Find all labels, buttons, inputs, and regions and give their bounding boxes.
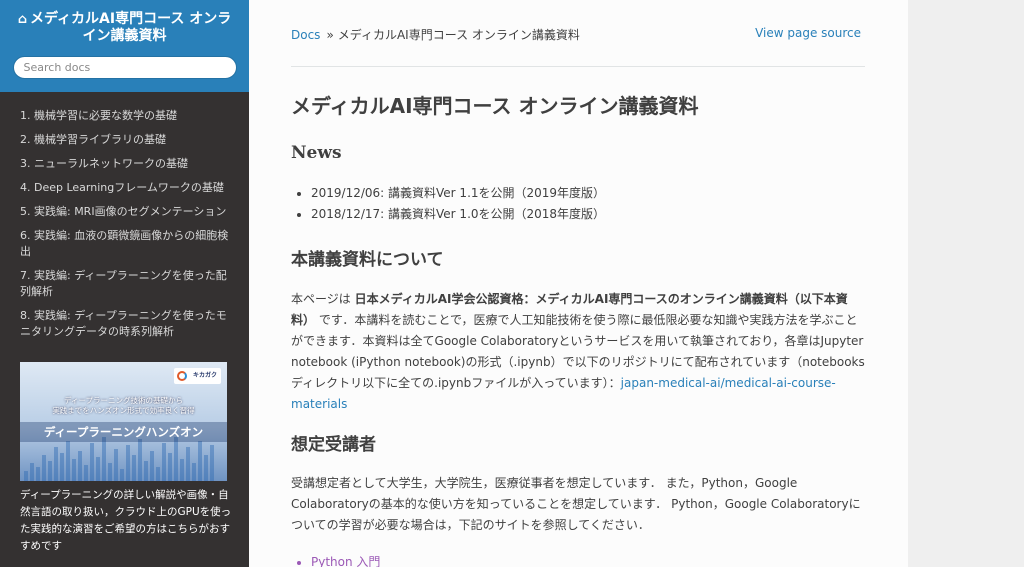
right-gutter	[908, 0, 1024, 567]
sidebar-item-math[interactable]: 1. 機械学習に必要な数学の基礎	[0, 104, 249, 128]
python-intro-link[interactable]: Python 入門	[311, 555, 380, 567]
breadcrumb: Docs » メディカルAI専門コース オンライン講義資料 View page so…	[291, 26, 861, 44]
banner-main-title: ディープラーニングハンズオン	[20, 422, 227, 442]
banner-subtitle: ディープラーニング技術の基礎から 実践までをハンズオン形式で効率良く習得	[52, 396, 195, 415]
news-item: 2018/12/17: 講義資料Ver 1.0を公開（2018年度版）	[311, 204, 605, 225]
list-item: Python 入門	[311, 552, 380, 567]
sidebar-item-mri-segmentation[interactable]: 5. 実践編: MRI画像のセグメンテーション	[0, 200, 249, 224]
about-heading: 本講義資料について	[291, 250, 444, 270]
sidebar-item-sequence-analysis[interactable]: 7. 実践編: ディープラーニングを使った配列解析	[0, 264, 249, 304]
kikagaku-logo: キカガク	[174, 368, 221, 384]
site-title-link[interactable]: ⌂ メディカルAI専門コース オンライン講義資料	[0, 11, 249, 44]
sidebar-nav: 1. 機械学習に必要な数学の基礎 2. 機械学習ライブラリの基礎 3. ニューラ…	[0, 92, 249, 344]
audience-heading: 想定受講者	[291, 435, 376, 455]
news-item: 2019/12/06: 講義資料Ver 1.1を公開（2019年度版）	[311, 183, 605, 204]
sidebar-header: ⌂ メディカルAI専門コース オンライン講義資料	[0, 0, 249, 92]
logo-icon	[177, 371, 187, 381]
home-icon: ⌂	[17, 12, 28, 27]
page-title: メディカルAI専門コース オンライン講義資料	[291, 94, 699, 118]
audience-paragraph: 受講想定者として大学生，大学院生，医療従事者を想定しています． また，Pytho…	[291, 476, 861, 532]
reference-links-list: Python 入門	[311, 552, 380, 567]
header-divider	[291, 66, 865, 67]
news-heading: News	[291, 143, 342, 163]
breadcrumb-docs-link[interactable]: Docs	[291, 28, 320, 42]
news-list: 2019/12/06: 講義資料Ver 1.1を公開（2019年度版） 2018…	[311, 183, 605, 225]
main-content: Docs» メディカルAI専門コース オンライン講義資料 View page so…	[249, 0, 908, 567]
site-title: メディカルAI専門コース オンライン講義資料	[30, 11, 232, 44]
about-paragraph: 本ページは 日本メディカルAI学会公認資格：メディカルAI専門コースのオンライン…	[291, 292, 865, 411]
sidebar-item-dl-frameworks[interactable]: 4. Deep Learningフレームワークの基礎	[0, 176, 249, 200]
sidebar-item-neural-networks[interactable]: 3. ニューラルネットワークの基礎	[0, 152, 249, 176]
ad-banner[interactable]: キカガク ディープラーニング技術の基礎から 実践までをハンズオン形式で効率良く習…	[20, 362, 227, 481]
sidebar-item-ml-libraries[interactable]: 2. 機械学習ライブラリの基礎	[0, 128, 249, 152]
sidebar-item-cell-detection[interactable]: 6. 実践編: 血液の顕微鏡画像からの細胞検出	[0, 224, 249, 264]
breadcrumb-current: メディカルAI専門コース オンライン講義資料	[337, 28, 580, 42]
breadcrumb-separator: »	[326, 28, 334, 42]
sidebar: ⌂メディカルAI専門コース オンライン講義資料 1. 機械学習に必要な数学の基礎…	[0, 0, 249, 567]
view-page-source-link[interactable]: View page source	[755, 26, 861, 40]
sidebar-item-time-series[interactable]: 8. 実践編: ディープラーニングを使ったモニタリングデータの時系列解析	[0, 304, 249, 344]
banner-description: ディープラーニングの詳しい解説や画像・自然言語の取り扱い，クラウド上のGPUを使…	[20, 489, 232, 552]
search-input[interactable]	[12, 56, 237, 79]
